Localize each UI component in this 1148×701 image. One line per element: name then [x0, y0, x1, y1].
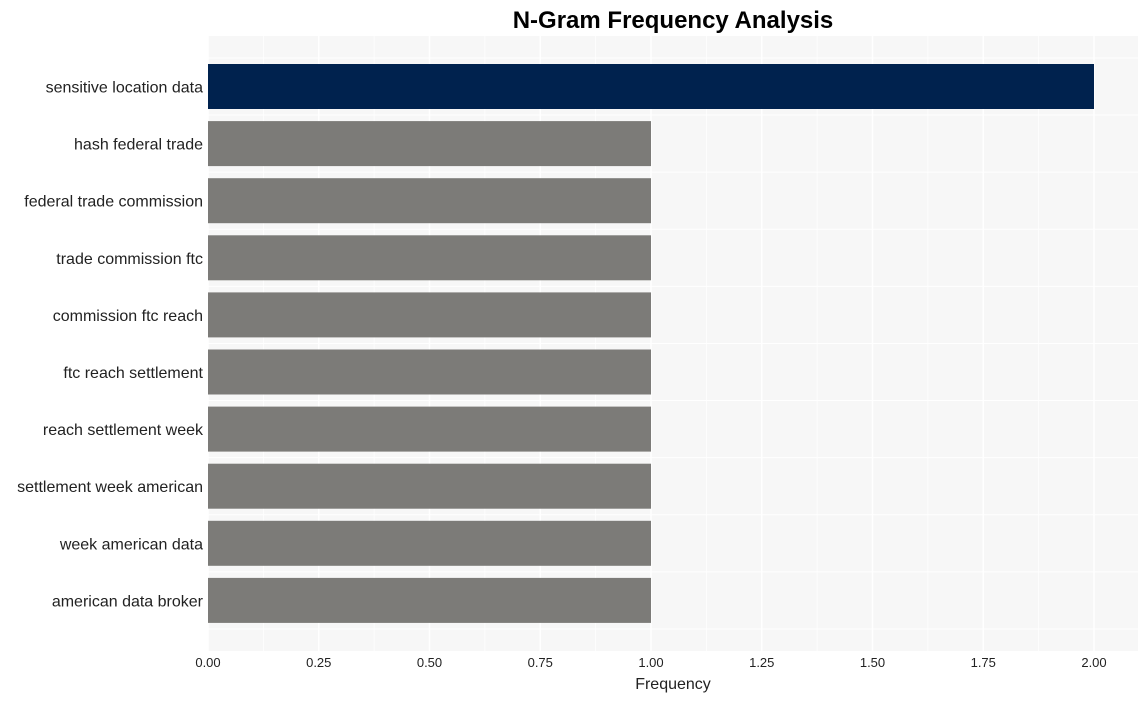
chart-title: N-Gram Frequency Analysis: [513, 7, 834, 34]
bar-settlement-week-american: [208, 463, 651, 509]
category-label: federal trade commission: [24, 194, 203, 211]
x-tick-label: 0.25: [306, 655, 331, 670]
bar-american-data-broker: [208, 577, 651, 623]
category-label: week american data: [59, 536, 203, 553]
category-label: hash federal trade: [74, 137, 203, 154]
x-tick-label: 1.75: [971, 655, 996, 670]
x-tick-label: 2.00: [1081, 655, 1106, 670]
x-tick-label: 0.50: [417, 655, 442, 670]
bar-ftc-reach-settlement: [208, 349, 651, 395]
category-label: commission ftc reach: [53, 308, 203, 325]
category-label: reach settlement week: [43, 422, 204, 439]
bar-federal-trade-commission: [208, 178, 651, 224]
x-tick-label: 1.00: [638, 655, 663, 670]
category-label: ftc reach settlement: [63, 365, 203, 382]
bar-trade-commission-ftc: [208, 235, 651, 281]
category-label: american data broker: [52, 593, 204, 610]
ngram-bar-chart: sensitive location data hash federal trad…: [0, 0, 1148, 701]
category-label: sensitive location data: [46, 80, 204, 97]
bar-reach-settlement-week: [208, 406, 651, 452]
bar-sensitive-location-data: [208, 64, 1094, 109]
x-tick-label: 1.50: [860, 655, 885, 670]
category-label: trade commission ftc: [56, 251, 203, 268]
bar-hash-federal-trade: [208, 121, 651, 167]
category-label: settlement week american: [17, 479, 203, 496]
bar-week-american-data: [208, 520, 651, 566]
bar-commission-ftc-reach: [208, 292, 651, 338]
x-tick-label: 1.25: [749, 655, 774, 670]
x-tick-label: 0.00: [195, 655, 220, 670]
x-tick-label: 0.75: [528, 655, 553, 670]
x-axis-title: Frequency: [635, 676, 711, 693]
